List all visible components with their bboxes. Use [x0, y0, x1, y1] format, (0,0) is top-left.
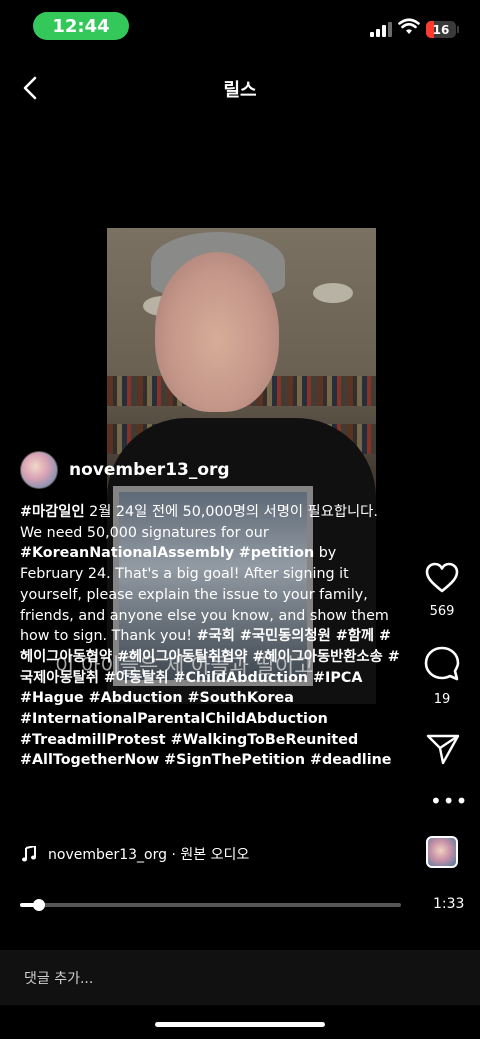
comment-group: 19	[420, 646, 464, 707]
music-note-icon	[22, 846, 36, 862]
comment-button[interactable]	[424, 646, 460, 682]
caption-hashtag[interactable]: #마감일인	[20, 504, 85, 520]
author-username[interactable]: november13_org	[69, 460, 230, 480]
cellular-signal-icon	[370, 21, 392, 37]
status-bar: 12:44 16	[0, 0, 480, 54]
audio-thumbnail[interactable]	[426, 836, 458, 868]
heart-icon	[425, 562, 459, 593]
wifi-icon	[398, 18, 420, 34]
caption-hashtags[interactable]: #국회 #국민동의청원 #함께 #헤이그아동협약 #헤이그아동탈취협약 #헤이그…	[20, 628, 400, 768]
comment-bar: 댓글 추가...	[0, 950, 480, 1005]
comment-icon	[424, 646, 460, 681]
caption-hashtag[interactable]: #petition	[239, 545, 314, 561]
like-group: 569	[420, 562, 464, 619]
like-count: 569	[429, 604, 455, 619]
paper-plane-icon	[426, 734, 460, 765]
battery-icon: 16	[426, 21, 456, 38]
progress-knob[interactable]	[33, 899, 46, 911]
reel-caption[interactable]: #마감일인 2월 24일 전에 50,000명의 서명이 필요합니다. We n…	[20, 502, 400, 771]
more-options-button[interactable]: •••	[430, 791, 468, 811]
audio-info[interactable]: november13_org · 원본 오디오	[22, 844, 249, 864]
like-button[interactable]	[425, 562, 459, 594]
page-title: 릴스	[223, 80, 257, 101]
author-avatar[interactable]	[20, 451, 58, 489]
home-indicator	[155, 1022, 325, 1027]
video-progress-bar[interactable]	[20, 899, 401, 911]
status-time: 12:44	[33, 12, 129, 40]
battery-level: 16	[432, 22, 450, 37]
comment-count: 19	[433, 692, 451, 707]
audio-label: november13_org · 원본 오디오	[48, 847, 250, 863]
video-duration: 1:33	[433, 896, 465, 912]
more-icon: •••	[430, 789, 469, 813]
caption-hashtag[interactable]: #KoreanNationalAssembly	[20, 545, 234, 561]
share-button[interactable]	[426, 733, 460, 769]
comment-input[interactable]: 댓글 추가...	[24, 968, 93, 988]
